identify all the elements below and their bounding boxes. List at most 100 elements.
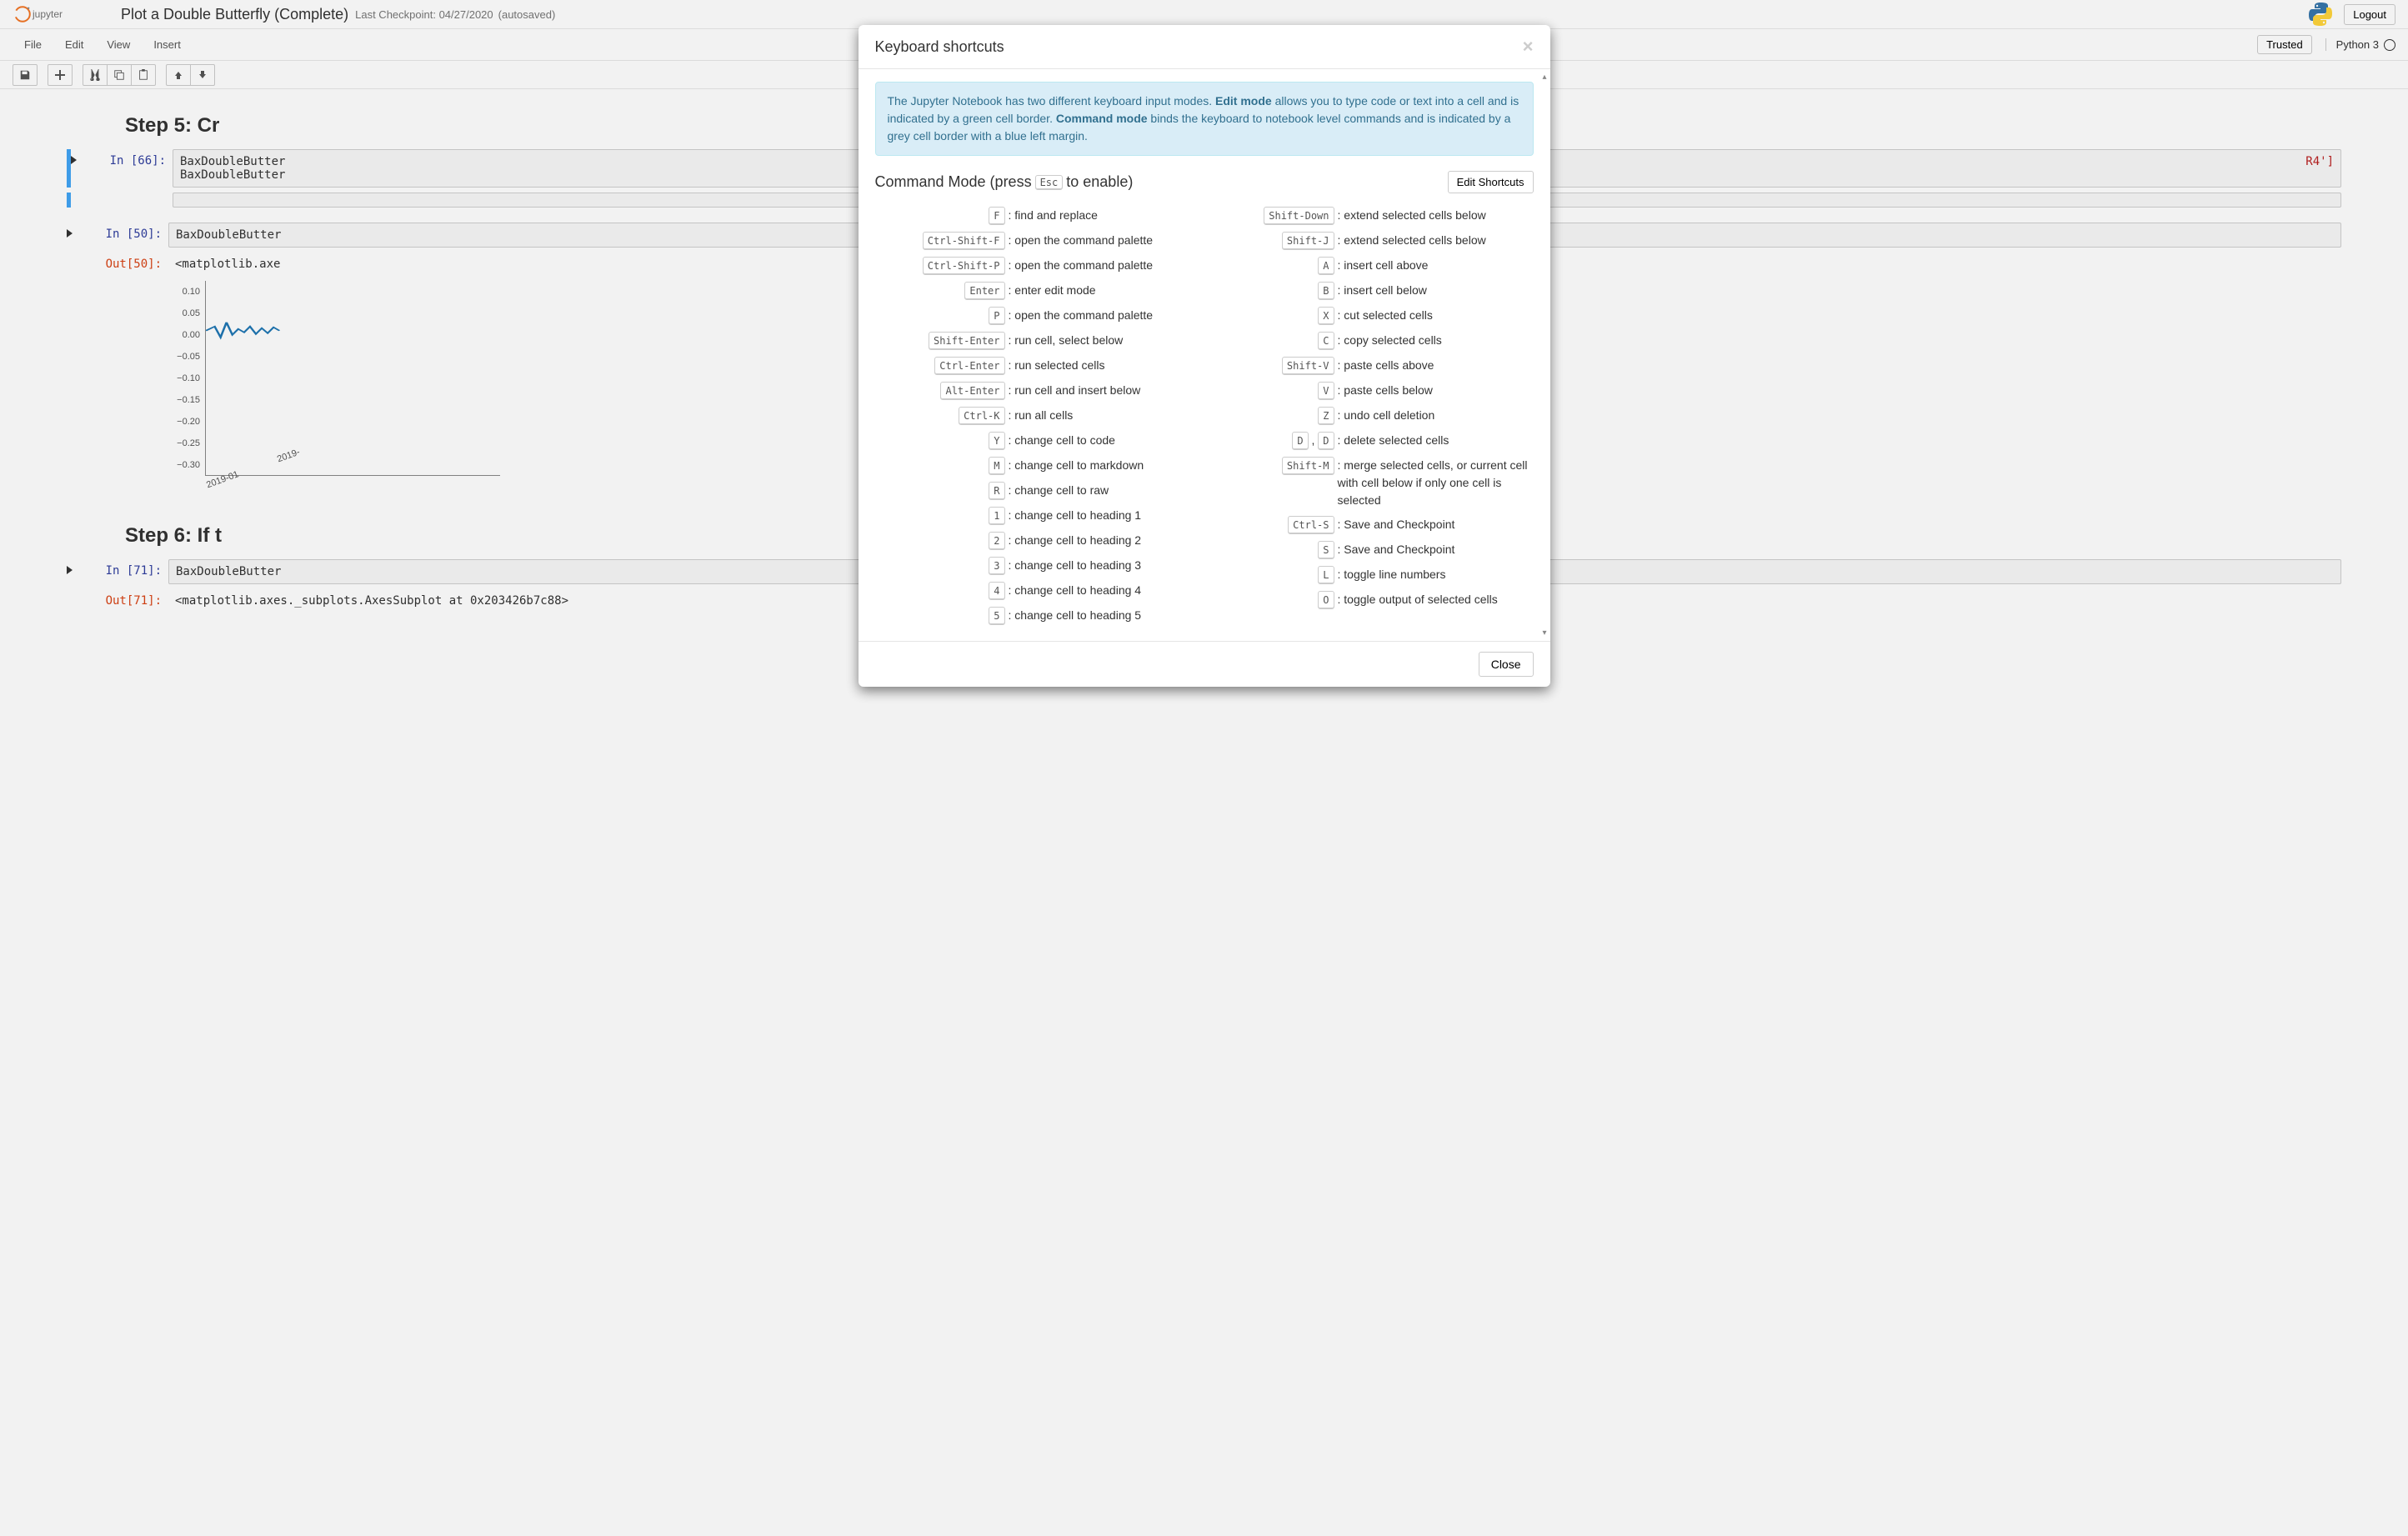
key-l: L [1318,566,1334,584]
shortcut-row: Popen the command palette [875,303,1204,328]
shortcut-row: SSave and Checkpoint [1204,538,1534,563]
shortcut-keys: Shift-Enter [875,332,1009,350]
shortcut-row: 3 change cell to heading 3 [875,553,1204,578]
shortcut-keys: Z [1204,407,1338,425]
key-3: 3 [989,557,1004,575]
shortcut-description: change cell to heading 5 [1009,607,1204,624]
shortcut-description: change cell to code [1009,432,1204,449]
shortcut-row: Shift-Vpaste cells above [1204,353,1534,378]
shortcut-row: Ctrl-Krun all cells [875,403,1204,428]
shortcut-description: paste cells below [1338,382,1534,399]
key-z: Z [1318,407,1334,425]
shortcut-description: change cell to heading 3 [1009,557,1204,574]
key-y: Y [989,432,1004,450]
shortcut-row: Binsert cell below [1204,278,1534,303]
shortcut-row: Mchange cell to markdown [875,453,1204,478]
scroll-down-icon[interactable]: ▾ [1542,628,1546,638]
shortcut-description: Save and Checkpoint [1338,541,1534,558]
shortcut-row: Shift-Downextend selected cells below [1204,203,1534,228]
shortcut-description: toggle line numbers [1338,566,1534,583]
key-c: C [1318,332,1334,350]
key-ctrl-shift-p: Ctrl-Shift-P [923,257,1005,275]
shortcut-description: run selected cells [1009,357,1204,374]
key-r: R [989,482,1004,500]
shortcut-keys: Shift-V [1204,357,1338,375]
shortcut-keys: D , D [1204,432,1338,450]
shortcut-keys: O [1204,591,1338,609]
shortcut-description: paste cells above [1338,357,1534,374]
modal-footer: Close [859,641,1550,687]
esc-key: Esc [1035,175,1064,190]
shortcut-keys: Ctrl-Shift-F [875,232,1009,250]
key-5: 5 [989,607,1004,625]
key-4: 4 [989,582,1004,600]
shortcut-row: Zundo cell deletion [1204,403,1534,428]
shortcut-keys: C [1204,332,1338,350]
shortcut-keys: Ctrl-Enter [875,357,1009,375]
key-o: O [1318,591,1334,609]
shortcut-row: 1 change cell to heading 1 [875,503,1204,528]
key-p: P [989,307,1004,325]
keyboard-shortcuts-modal: Keyboard shortcuts × ▴ The Jupyter Noteb… [859,25,1550,687]
shortcut-row: 5 change cell to heading 5 [875,603,1204,628]
shortcut-description: change cell to heading 4 [1009,582,1204,599]
shortcuts-right-column: Shift-Downextend selected cells belowShi… [1204,203,1534,628]
shortcut-keys: Ctrl-K [875,407,1009,425]
shortcut-description: insert cell below [1338,282,1534,299]
key-b: B [1318,282,1334,300]
scroll-up-icon[interactable]: ▴ [1542,73,1546,82]
shortcut-row: Shift-Mmerge selected cells, or current … [1204,453,1534,513]
key-shift-m: Shift-M [1282,457,1334,475]
shortcut-keys: X [1204,307,1338,325]
shortcut-row: 2change cell to heading 2 [875,528,1204,553]
shortcut-keys: 1 [875,507,1009,525]
shortcut-description: copy selected cells [1338,332,1534,349]
key-shift-enter: Shift-Enter [929,332,1004,350]
key-m: M [989,457,1004,475]
close-button[interactable]: Close [1479,652,1534,677]
shortcut-description: delete selected cells [1338,432,1534,449]
key-1: 1 [989,507,1004,525]
shortcut-keys: L [1204,566,1338,584]
shortcut-keys: Alt-Enter [875,382,1009,400]
shortcut-description: open the command palette [1009,307,1204,324]
shortcut-keys: A [1204,257,1338,275]
modal-title: Keyboard shortcuts [875,38,1004,56]
shortcut-description: find and replace [1009,207,1204,224]
shortcut-row: Ainsert cell above [1204,253,1534,278]
key-ctrl-s: Ctrl-S [1288,516,1334,534]
shortcut-description: Save and Checkpoint [1338,516,1534,533]
key-f: F [989,207,1004,225]
shortcut-keys: 4 [875,582,1009,600]
close-icon[interactable]: × [1523,38,1534,56]
shortcut-description: open the command palette [1009,232,1204,249]
shortcut-keys: Y [875,432,1009,450]
shortcut-row: Ctrl-Shift-Popen the command palette [875,253,1204,278]
shortcut-keys: V [1204,382,1338,400]
shortcut-row: Ccopy selected cells [1204,328,1534,353]
shortcut-row: 4 change cell to heading 4 [875,578,1204,603]
modal-body[interactable]: The Jupyter Notebook has two different k… [859,69,1550,641]
modal-header: Keyboard shortcuts × [859,25,1550,69]
shortcut-keys: 2 [875,532,1009,550]
shortcut-row: Vpaste cells below [1204,378,1534,403]
shortcut-row: Ctrl-Enterrun selected cells [875,353,1204,378]
shortcut-description: insert cell above [1338,257,1534,274]
shortcut-keys: Shift-Down [1204,207,1338,225]
key-2: 2 [989,532,1004,550]
shortcut-description: run all cells [1009,407,1204,424]
shortcut-row: Otoggle output of selected cells [1204,588,1534,613]
key-s: S [1318,541,1334,559]
shortcut-keys: 3 [875,557,1009,575]
shortcut-description: merge selected cells, or current cell wi… [1338,457,1534,509]
shortcut-keys: Shift-J [1204,232,1338,250]
shortcut-description: extend selected cells below [1338,232,1534,249]
shortcut-row: Rchange cell to raw [875,478,1204,503]
shortcut-row: Ctrl-SSave and Checkpoint [1204,513,1534,538]
shortcuts-left-column: Ffind and replaceCtrl-Shift-Fopen the co… [875,203,1204,628]
shortcut-description: run cell and insert below [1009,382,1204,399]
edit-shortcuts-button[interactable]: Edit Shortcuts [1448,171,1534,193]
shortcut-keys: M [875,457,1009,475]
key-ctrl-shift-f: Ctrl-Shift-F [923,232,1005,250]
shortcut-description: change cell to heading 1 [1009,507,1204,524]
